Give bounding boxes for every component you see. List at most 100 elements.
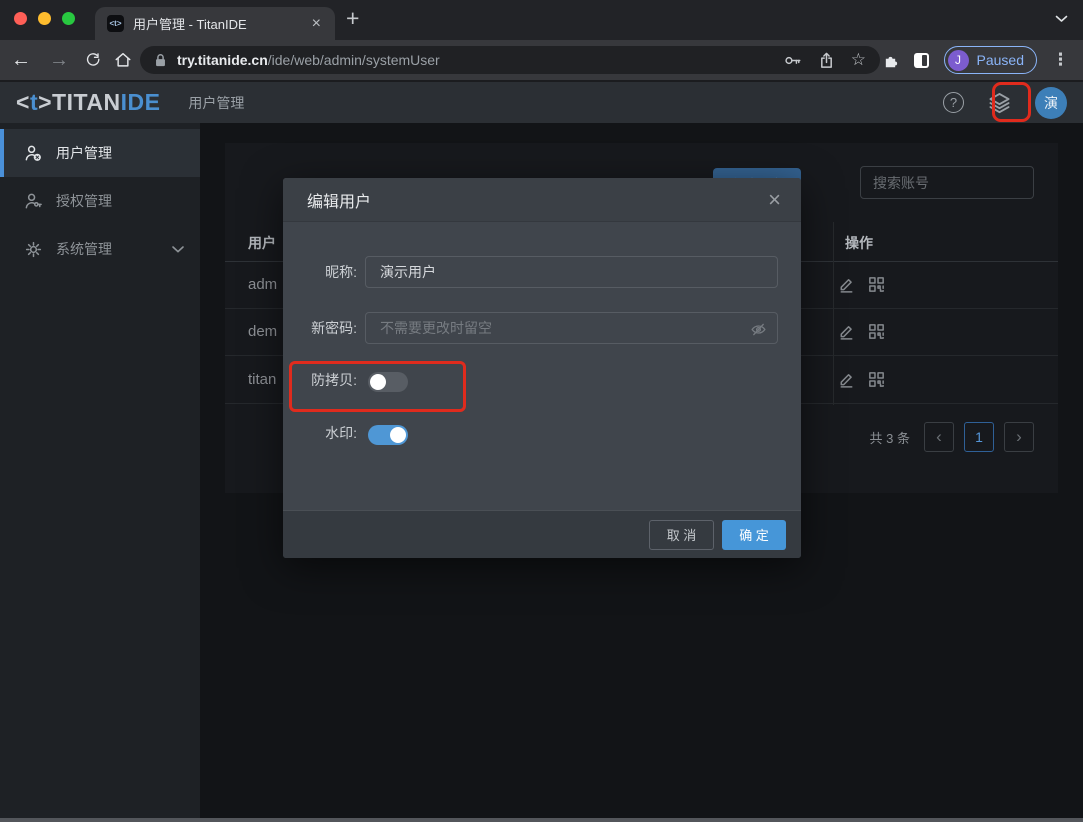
minimize-window-button[interactable] — [38, 12, 51, 25]
cell-username: dem — [248, 323, 277, 340]
app-header: <t>TITANIDE 用户管理 ? 演 — [0, 82, 1083, 123]
nickname-row: 昵称: — [283, 256, 801, 288]
chevron-down-icon — [172, 246, 184, 253]
cell-username: titan — [248, 371, 276, 388]
sidebar-item-label: 用户管理 — [56, 143, 112, 163]
toggle-knob — [390, 427, 406, 443]
tab-search-chevron-icon[interactable] — [1055, 15, 1068, 23]
password-label: 新密码: — [283, 312, 357, 344]
address-bar[interactable]: try.titanide.cn/ide/web/admin/systemUser… — [140, 46, 880, 74]
pagination-total: 共 3 条 — [870, 428, 910, 447]
user-avatar[interactable]: 演 — [1035, 87, 1067, 119]
browser-tab-strip: <t> 用户管理 - TitanIDE × + — [0, 0, 1083, 40]
nickname-label: 昵称: — [283, 256, 357, 288]
qrcode-icon[interactable] — [867, 275, 886, 294]
page-title: 用户管理 — [188, 93, 244, 113]
logo-ide: IDE — [121, 89, 161, 115]
url-path: /ide/web/admin/systemUser — [268, 52, 440, 68]
dialog-title: 编辑用户 — [307, 188, 371, 212]
url-text: try.titanide.cn/ide/web/admin/systemUser — [177, 52, 440, 68]
cancel-button[interactable]: 取 消 — [649, 520, 714, 550]
watermark-toggle[interactable] — [368, 425, 408, 445]
profile-avatar: J — [948, 50, 969, 71]
nickname-field[interactable] — [366, 257, 777, 287]
logo-bracket-left: < — [16, 89, 30, 115]
eye-off-icon[interactable] — [750, 321, 767, 338]
annotation-box-anticopy — [289, 361, 466, 412]
browser-tab[interactable]: <t> 用户管理 - TitanIDE × — [95, 7, 335, 40]
forward-icon: → — [49, 49, 69, 72]
password-key-icon[interactable] — [784, 53, 802, 68]
home-icon — [114, 51, 132, 69]
share-icon[interactable] — [819, 52, 834, 69]
sidebar-item-users[interactable]: 用户管理 — [0, 129, 200, 177]
help-icon[interactable]: ? — [943, 92, 964, 113]
confirm-button[interactable]: 确 定 — [722, 520, 786, 550]
extensions-puzzle-icon[interactable] — [882, 52, 899, 69]
cell-username: adm — [248, 276, 277, 293]
qrcode-icon[interactable] — [867, 370, 886, 389]
watermark-label: 水印: — [283, 421, 357, 445]
lock-icon[interactable] — [154, 53, 167, 68]
logo-titan: TITAN — [52, 89, 121, 115]
pagination-next-button[interactable]: › — [1004, 422, 1034, 452]
profile-badge[interactable]: J Paused — [944, 46, 1037, 74]
close-window-button[interactable] — [14, 12, 27, 25]
omnibox-icons: ☆ — [784, 50, 866, 70]
profile-status: Paused — [977, 52, 1024, 68]
sidebar: 用户管理 授权管理 系统管理 — [0, 123, 200, 818]
bookmark-star-icon[interactable]: ☆ — [851, 50, 866, 70]
annotation-box-layers-icon — [992, 82, 1031, 122]
window-controls — [14, 12, 75, 25]
refresh-icon — [85, 52, 102, 69]
logo-t: t — [30, 89, 38, 115]
qrcode-icon[interactable] — [867, 322, 886, 341]
watermark-row: 水印: — [283, 421, 801, 449]
forward-button[interactable]: → — [44, 40, 74, 80]
password-field-wrap — [365, 312, 778, 344]
pagination-page-1[interactable]: 1 — [964, 422, 994, 452]
dialog-footer: 取 消 确 定 — [283, 510, 801, 558]
browser-toolbar: ← → try.titanide.cn/ide/web/admin/system… — [0, 40, 1083, 82]
refresh-button[interactable] — [78, 40, 108, 80]
sidebar-item-system[interactable]: 系统管理 — [0, 225, 200, 273]
sidebar-item-authorization[interactable]: 授权管理 — [0, 177, 200, 225]
zoom-window-button[interactable] — [62, 12, 75, 25]
edit-icon[interactable] — [837, 370, 856, 389]
nickname-field-wrap — [365, 256, 778, 288]
tab-favicon-icon: <t> — [107, 15, 124, 32]
column-header-user: 用户 — [248, 233, 276, 253]
edit-icon[interactable] — [837, 322, 856, 341]
sidebar-item-label: 系统管理 — [56, 239, 112, 259]
tab-close-icon[interactable]: × — [310, 16, 323, 32]
pagination: 共 3 条 ‹ 1 › — [870, 422, 1034, 452]
titanide-logo: <t>TITANIDE — [16, 89, 160, 116]
sidebar-item-label: 授权管理 — [56, 191, 112, 211]
home-button[interactable] — [108, 40, 138, 80]
user-settings-icon — [24, 144, 43, 163]
row-actions — [837, 370, 886, 389]
column-header-actions: 操作 — [845, 233, 873, 253]
logo-bracket-right: > — [38, 89, 52, 115]
search-box — [860, 166, 1034, 199]
side-panel-icon[interactable] — [914, 53, 929, 68]
back-button[interactable]: ← — [6, 40, 36, 80]
user-key-icon — [24, 192, 43, 211]
back-icon: ← — [11, 49, 31, 72]
search-input[interactable] — [861, 167, 1033, 198]
browser-menu-icon[interactable]: ⋮ — [1052, 50, 1069, 70]
edit-icon[interactable] — [837, 275, 856, 294]
url-domain: try.titanide.cn — [177, 52, 268, 68]
dialog-header: 编辑用户 × — [283, 178, 801, 222]
toolbar-right: J Paused ⋮ — [882, 46, 1069, 74]
screen: <t> 用户管理 - TitanIDE × + ← → try.titanide… — [0, 0, 1083, 822]
password-field[interactable] — [366, 313, 777, 343]
pagination-prev-button[interactable]: ‹ — [924, 422, 954, 452]
row-actions — [837, 322, 886, 341]
new-tab-button[interactable]: + — [346, 5, 359, 32]
tab-title: 用户管理 - TitanIDE — [133, 14, 310, 33]
row-actions — [837, 275, 886, 294]
close-icon[interactable]: × — [768, 189, 781, 211]
gear-icon — [24, 240, 43, 259]
password-row: 新密码: — [283, 312, 801, 344]
